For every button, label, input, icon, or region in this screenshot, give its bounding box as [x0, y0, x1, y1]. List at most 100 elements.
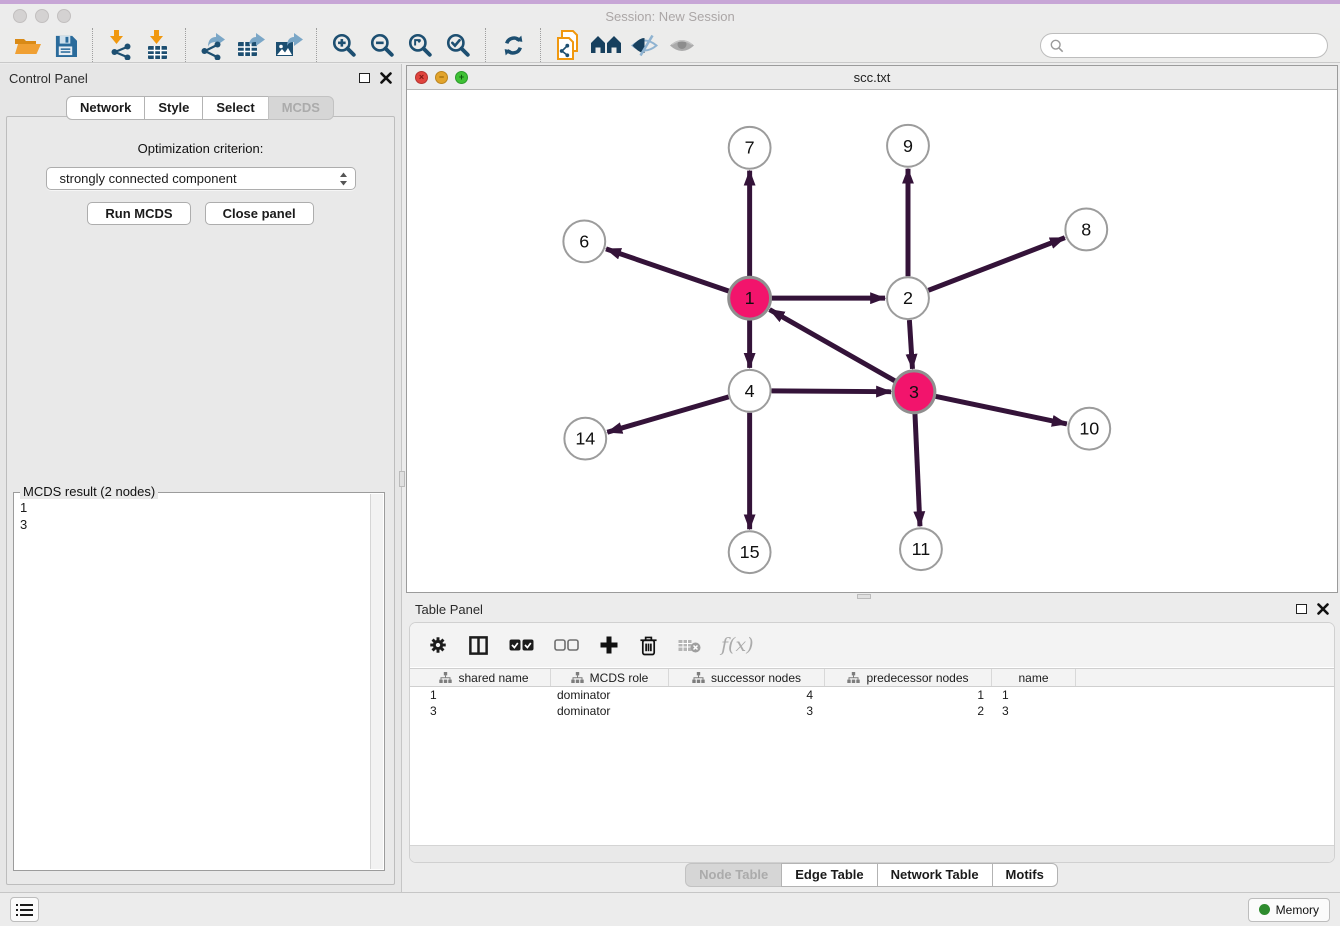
graph-edge-3-10[interactable] [935, 396, 1066, 424]
zoom-selected-button[interactable] [439, 29, 477, 61]
cell-mcds-role[interactable]: dominator [551, 688, 669, 702]
tab-network-table[interactable]: Network Table [877, 863, 993, 887]
import-table-button[interactable] [139, 29, 177, 61]
zoom-fit-button[interactable] [401, 29, 439, 61]
graph-node-label-6: 6 [579, 231, 589, 251]
network-window-title: scc.txt [407, 70, 1337, 85]
table-settings-button[interactable] [428, 635, 448, 655]
vertical-splitter-grip[interactable] [399, 471, 405, 487]
trash-icon [639, 635, 658, 656]
cell-shared-name[interactable]: 3 [418, 704, 551, 718]
network-minimize-button[interactable]: − [435, 71, 448, 84]
export-table-button[interactable] [232, 29, 270, 61]
graph-edge-4-14[interactable] [607, 397, 728, 432]
delete-table-button[interactable] [678, 638, 701, 653]
control-panel: Control Panel Network Style Select MCDS … [0, 64, 402, 892]
network-canvas[interactable]: 7968124314101511 [407, 91, 1337, 592]
graph-edge-3-11[interactable] [915, 414, 920, 527]
graph-edge-2-3[interactable] [909, 320, 912, 369]
tab-select[interactable]: Select [202, 96, 268, 120]
column-header-mcds-role[interactable]: MCDS role [551, 669, 669, 686]
hide-selected-button[interactable] [625, 29, 663, 61]
show-column-button[interactable] [468, 635, 489, 656]
cell-predecessor-nodes[interactable]: 1 [825, 688, 992, 702]
import-table-icon [145, 30, 171, 60]
memory-status-icon [1259, 904, 1270, 915]
task-history-button[interactable] [10, 897, 39, 922]
checked-boxes-icon [509, 639, 534, 651]
graph-node-label-15: 15 [740, 542, 760, 562]
open-session-button[interactable] [8, 29, 46, 61]
optimization-criterion-select[interactable]: strongly connected component [46, 167, 356, 190]
toolbar-separator [540, 28, 541, 62]
column-header-shared-name[interactable]: shared name [418, 669, 551, 686]
cell-mcds-role[interactable]: dominator [551, 704, 669, 718]
toolbar-separator [185, 28, 186, 62]
cell-successor-nodes[interactable]: 4 [669, 688, 825, 702]
export-table-icon [236, 31, 266, 60]
cell-shared-name[interactable]: 1 [418, 688, 551, 702]
memory-button[interactable]: Memory [1248, 898, 1330, 922]
graph-edge-3-1[interactable] [770, 310, 895, 381]
search-input[interactable] [1069, 38, 1318, 53]
search-icon [1050, 39, 1064, 53]
network-close-button[interactable]: × [415, 71, 428, 84]
zoom-fit-icon [407, 32, 433, 58]
save-session-button[interactable] [46, 29, 84, 61]
add-column-button[interactable] [599, 635, 619, 655]
network-window-titlebar[interactable]: × − + scc.txt [407, 66, 1337, 90]
network-zoom-button[interactable]: + [455, 71, 468, 84]
refresh-view-button[interactable] [494, 29, 532, 61]
tab-edge-table[interactable]: Edge Table [781, 863, 877, 887]
column-label: shared name [458, 671, 528, 685]
tab-style[interactable]: Style [144, 96, 203, 120]
zoom-out-button[interactable] [363, 29, 401, 61]
delete-column-button[interactable] [639, 635, 658, 656]
import-network-button[interactable] [101, 29, 139, 61]
result-scrollbar[interactable] [370, 494, 383, 869]
tab-motifs[interactable]: Motifs [992, 863, 1058, 887]
column-header-name[interactable]: name [992, 669, 1076, 686]
import-network-icon [106, 30, 134, 60]
graph-node-label-2: 2 [903, 288, 913, 308]
close-panel-icon[interactable] [380, 72, 392, 84]
run-mcds-button[interactable]: Run MCDS [87, 202, 190, 225]
cell-name[interactable]: 3 [992, 704, 1076, 718]
graph-edge-1-6[interactable] [606, 249, 729, 291]
float-panel-icon[interactable] [359, 73, 370, 83]
network-window-controls: × − + [415, 71, 468, 84]
delete-table-icon [678, 638, 701, 653]
column-header-predecessor-nodes[interactable]: predecessor nodes [825, 669, 992, 686]
control-panel-tabs: Network Style Select MCDS [0, 96, 401, 120]
network-graph: 7968124314101511 [407, 91, 1337, 592]
toolbar-separator [316, 28, 317, 62]
show-all-button[interactable] [663, 29, 701, 61]
tab-network[interactable]: Network [66, 96, 145, 120]
close-panel-button[interactable]: Close panel [205, 202, 314, 225]
select-all-button[interactable] [509, 639, 534, 651]
cell-predecessor-nodes[interactable]: 2 [825, 704, 992, 718]
table-horizontal-scrollbar[interactable] [410, 845, 1334, 862]
export-network-button[interactable] [194, 29, 232, 61]
table-row[interactable]: 1 dominator 4 1 1 [410, 687, 1334, 703]
function-builder-button[interactable]: f(x) [721, 634, 754, 656]
graph-edge-2-8[interactable] [928, 238, 1064, 291]
zoom-in-button[interactable] [325, 29, 363, 61]
close-table-panel-icon[interactable] [1317, 603, 1329, 615]
tab-node-table[interactable]: Node Table [685, 863, 782, 887]
tab-mcds[interactable]: MCDS [268, 96, 334, 120]
export-image-button[interactable] [270, 29, 308, 61]
table-toolbar: f(x) [410, 623, 1334, 667]
float-table-panel-icon[interactable] [1296, 604, 1307, 614]
unselect-all-button[interactable] [554, 639, 579, 651]
cell-name[interactable]: 1 [992, 688, 1076, 702]
column-header-successor-nodes[interactable]: successor nodes [669, 669, 825, 686]
table-row[interactable]: 3 dominator 3 2 3 [410, 703, 1334, 719]
graph-edge-4-3[interactable] [772, 391, 892, 392]
open-folder-icon [14, 34, 41, 56]
first-neighbors-button[interactable] [587, 29, 625, 61]
mcds-buttons: Run MCDS Close panel [7, 202, 394, 225]
cell-successor-nodes[interactable]: 3 [669, 704, 825, 718]
clone-network-button[interactable] [549, 29, 587, 61]
mcds-result-box: MCDS result (2 nodes) 1 3 [13, 492, 385, 871]
